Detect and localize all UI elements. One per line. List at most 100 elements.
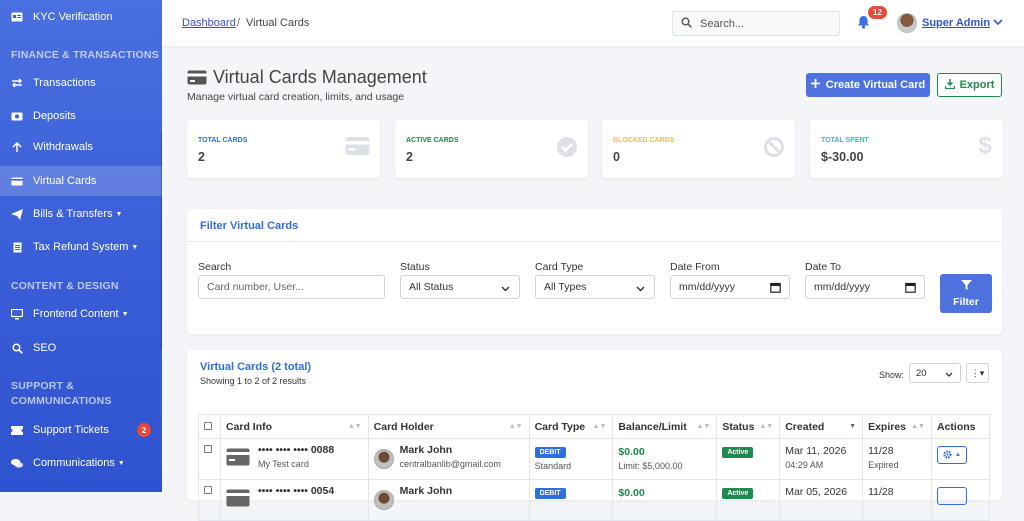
date-to-label: Date To [805,261,841,273]
bell-icon[interactable] [857,15,870,34]
status-badge: Active [722,447,754,458]
sidebar-item-withdrawals[interactable]: Withdrawals [0,132,162,162]
topbar: Dashboard / Virtual Cards 12 Super Admin [162,0,1024,46]
stat-label: BLOCKED CARDS [613,137,675,144]
calendar-icon[interactable] [905,282,916,296]
row-actions-button[interactable]: ▲ [936,446,967,464]
credit-card-icon [345,136,370,161]
sort-icon: ▲▼ [347,423,362,430]
search-label: Search [198,261,232,273]
table-header-row: Card Info ▲▼ Card Holder ▲▼ Card Type ▲▼ Ba… [198,414,991,439]
sidebar-item-support-tickets[interactable]: Support Tickets 2 [0,415,162,445]
sidebar-item-transactions[interactable]: Transactions [0,68,162,98]
credit-card-icon [11,175,23,187]
filter-search-input[interactable]: Card number, User... [198,275,385,299]
card-type-badge: DEBIT [534,447,566,458]
card-type-label: Card Type [535,261,584,273]
create-virtual-card-button[interactable]: Create Virtual Card [806,73,930,97]
sidebar-item-label: Support Tickets [33,424,109,436]
sidebar-item-label: Withdrawals [33,141,93,153]
status-select[interactable]: All Status [400,275,520,299]
paper-plane-icon [11,208,23,220]
cards-table: Card Info ▲▼ Card Holder ▲▼ Card Type ▲▼ Ba… [198,414,991,521]
table-row: •••• •••• •••• 0054 Mark John DEBIT $0.0… [198,479,991,521]
created-time: 04:29 AM [785,460,824,470]
search-placeholder: Card number, User... [207,281,304,293]
card-type-cell: DEBIT Standard [528,438,614,480]
sidebar-item-kyc-verification[interactable]: KYC Verification [0,2,162,32]
column-header-created[interactable]: Created ▼ [779,414,864,439]
chevron-down-icon [993,17,1003,29]
caret-up-icon: ▲ [955,452,961,458]
date-from-input[interactable]: mm/dd/yyyy [670,275,790,299]
column-header-balance-limit[interactable]: Balance/Limit ▲▼ [612,414,718,439]
list-title: Virtual Cards (2 total) [200,361,312,373]
stat-card-total-spent: TOTAL SPENT $-30.00 $ [810,120,1003,178]
page-size-select[interactable]: 20 [909,363,961,383]
sort-desc-icon: ▼ [849,423,857,430]
breadcrumb-current: Virtual Cards [246,17,310,29]
sidebar-item-frontend-content[interactable]: Frontend Content ▼ [0,299,162,329]
row-checkbox-cell[interactable] [198,479,221,521]
header-checkbox-cell[interactable] [198,414,221,439]
chevron-down-icon [636,283,645,295]
user-menu[interactable]: Super Admin [922,17,1003,29]
created-cell: Mar 11, 2026 04:29 AM [779,438,864,480]
sidebar-item-label: Virtual Cards [33,175,97,187]
column-header-expires[interactable]: Expires ▲▼ [862,414,932,439]
date-to-input[interactable]: mm/dd/yyyy [805,275,925,299]
card-info-cell: •••• •••• •••• 0088 My Test card [219,438,369,480]
sidebar-item-bills-transfers[interactable]: Bills & Transfers ▼ [0,199,162,229]
select-all-checkbox[interactable] [204,421,212,430]
actions-cell: ▲ [930,438,991,480]
search-input[interactable] [700,17,820,30]
column-label: Status [722,420,755,433]
sidebar-item-virtual-cards[interactable]: Virtual Cards [0,166,162,196]
list-subtitle: Showing 1 to 2 of 2 results [200,376,307,386]
filter-label: Filter [953,295,979,308]
search-icon [11,342,23,354]
column-header-card-type[interactable]: Card Type ▲▼ [528,414,614,439]
column-header-card-holder[interactable]: Card Holder ▲▼ [367,414,530,439]
filter-button[interactable]: Filter [940,274,992,313]
sidebar-heading-line: COMMUNICATIONS [11,395,112,407]
virtual-cards-list: Virtual Cards (2 total) Showing 1 to 2 o… [187,350,1002,521]
sidebar-item-communications[interactable]: Communications ▼ [0,448,162,478]
card-holder-cell: Mark John centralbanlib@gmail.com [367,438,530,480]
check-circle-icon [556,136,578,163]
sidebar-item-seo[interactable]: SEO [0,333,162,363]
sort-icon: ▲▼ [911,423,925,430]
row-actions-button[interactable] [936,487,967,505]
breadcrumb-separator: / [237,17,241,29]
avatar[interactable] [897,13,917,33]
sidebar-item-tax-refund[interactable]: Tax Refund System ▼ [0,232,162,262]
export-button[interactable]: Export [937,73,1002,97]
expires-date: 11/28 [868,445,894,457]
actions-cell [930,479,991,521]
row-checkbox-cell[interactable] [198,438,221,480]
stat-value: 0 [613,150,620,164]
column-options-button[interactable]: ⋮▾ [966,363,989,383]
balance-cell: $0.00 Limit: $5,000.00 [612,438,718,480]
calendar-icon[interactable] [770,282,781,296]
sidebar-item-label: Frontend Content [33,308,119,320]
desktop-icon [11,308,23,320]
row-checkbox[interactable] [204,486,212,494]
column-header-card-info[interactable]: Card Info ▲▼ [219,414,369,439]
sidebar-item-deposits[interactable]: Deposits [0,101,162,131]
column-label: Card Type [534,420,586,433]
sidebar-heading-content: CONTENT & DESIGN [11,280,119,292]
file-icon [11,241,23,253]
sidebar-item-label: KYC Verification [33,11,113,23]
card-type-select[interactable]: All Types [535,275,655,299]
sidebar-item-label: Deposits [33,110,76,122]
search-icon [681,15,692,33]
column-header-status[interactable]: Status ▲▼ [716,414,781,439]
chevron-down-icon: ▼ [121,310,129,318]
stat-value: $-30.00 [821,150,864,164]
show-label: Show: [879,370,905,380]
breadcrumb-dashboard-link[interactable]: Dashboard [182,17,236,29]
sidebar-scrollbar[interactable] [161,130,162,350]
expires-date: 11/28 [868,486,894,498]
row-checkbox[interactable] [204,445,212,453]
